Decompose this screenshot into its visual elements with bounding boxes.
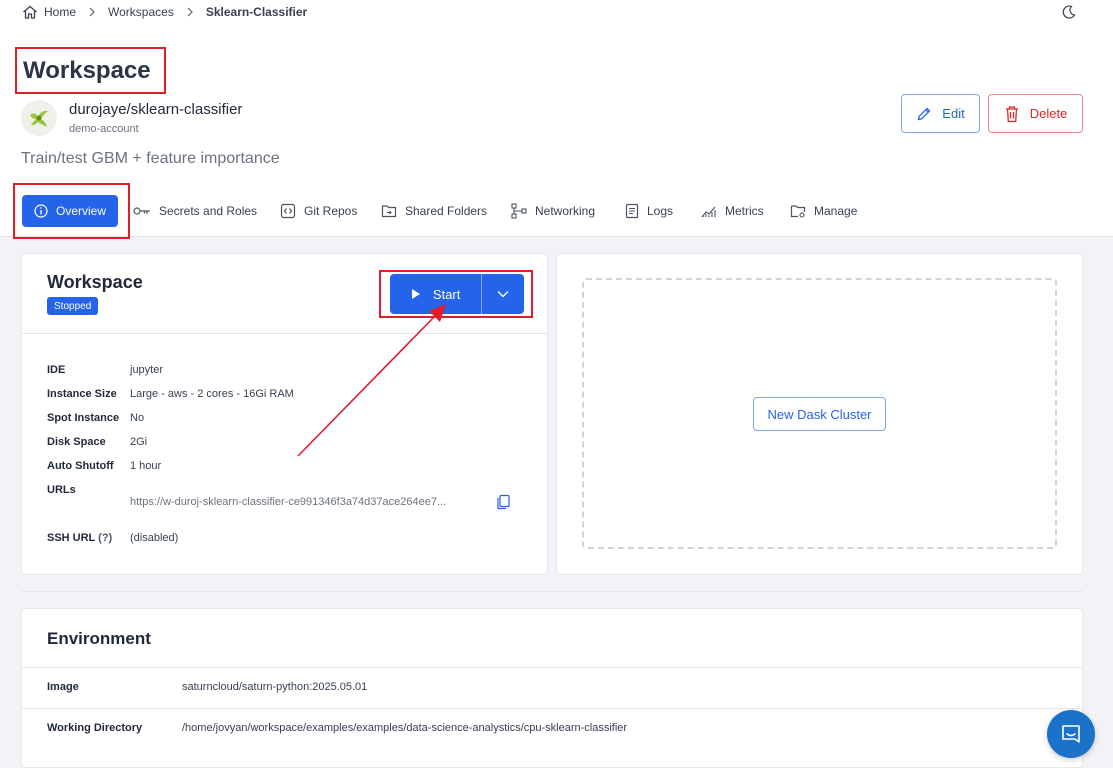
delete-button[interactable]: Delete bbox=[988, 94, 1083, 133]
workspace-url-link[interactable]: https://w-duroj-sklearn-classifier-ce991… bbox=[130, 496, 484, 508]
breadcrumb-home-label: Home bbox=[44, 5, 77, 19]
info-icon bbox=[34, 204, 48, 218]
table-row: Image saturncloud/saturn-python:2025.05.… bbox=[22, 667, 1082, 709]
environment-card: Environment Image saturncloud/saturn-pyt… bbox=[21, 608, 1083, 768]
workspace-card: Workspace Stopped Start IDE jupyter Inst… bbox=[21, 253, 548, 575]
home-icon bbox=[23, 5, 37, 19]
start-button[interactable]: Start bbox=[390, 274, 481, 314]
prop-label-ide: IDE bbox=[47, 364, 66, 376]
table-row: Working Directory /home/jovyan/workspace… bbox=[22, 708, 1082, 750]
edit-button-label: Edit bbox=[942, 106, 965, 121]
play-icon bbox=[411, 289, 420, 299]
prop-value-spot-instance: No bbox=[130, 412, 145, 424]
env-label-image: Image bbox=[47, 681, 79, 693]
tab-secrets-label: Secrets and Roles bbox=[159, 204, 258, 218]
avatar bbox=[21, 100, 57, 136]
card-divider bbox=[22, 333, 547, 334]
start-button-label: Start bbox=[432, 286, 461, 302]
edit-button[interactable]: Edit bbox=[901, 94, 980, 133]
prop-label-disk-space: Disk Space bbox=[47, 436, 106, 448]
chevron-right-icon bbox=[88, 7, 96, 17]
avatar-icon bbox=[30, 110, 48, 127]
tab-metrics-label: Metrics bbox=[725, 204, 764, 218]
owner-account: demo-account bbox=[69, 123, 139, 135]
folder-gear-icon bbox=[790, 205, 806, 218]
tab-networking-label: Networking bbox=[535, 204, 596, 218]
document-icon bbox=[625, 203, 639, 219]
prop-value-auto-shutoff: 1 hour bbox=[130, 460, 162, 472]
tab-overview[interactable]: Overview bbox=[22, 195, 118, 227]
status-badge: Stopped bbox=[47, 297, 99, 315]
workspace-description: Train/test GBM + feature importance bbox=[21, 150, 280, 167]
folder-share-icon bbox=[381, 205, 397, 218]
tab-logs[interactable]: Logs bbox=[625, 202, 673, 220]
env-label-working-directory: Working Directory bbox=[47, 722, 143, 734]
moon-icon[interactable] bbox=[1061, 4, 1077, 20]
prop-label-spot-instance: Spot Instance bbox=[47, 412, 120, 424]
prop-value-ide: jupyter bbox=[130, 364, 164, 376]
ssh-help-link[interactable]: (?) bbox=[98, 532, 112, 544]
delete-button-label: Delete bbox=[1029, 106, 1068, 121]
chat-launcher-button[interactable] bbox=[1047, 710, 1095, 758]
tab-overview-label: Overview bbox=[55, 204, 106, 218]
workspace-card-title: Workspace bbox=[47, 272, 143, 292]
tab-manage[interactable]: Manage bbox=[790, 202, 857, 220]
prop-value-disk-space: 2Gi bbox=[130, 436, 148, 448]
tab-git-repos-label: Git Repos bbox=[304, 204, 358, 218]
prop-value-instance-size: Large - aws - 2 cores - 16Gi RAM bbox=[130, 388, 294, 400]
breadcrumb-workspaces[interactable]: Workspaces bbox=[108, 5, 174, 19]
tab-metrics[interactable]: Metrics bbox=[701, 202, 764, 220]
breadcrumb-home[interactable]: Home bbox=[22, 5, 76, 19]
dask-cluster-card: New Dask Cluster bbox=[556, 253, 1083, 575]
owner-name[interactable]: durojaye/sklearn-classifier bbox=[69, 101, 242, 118]
chart-icon bbox=[701, 206, 716, 218]
trash-icon bbox=[1005, 105, 1018, 122]
tab-shared-folders-label: Shared Folders bbox=[405, 204, 488, 218]
breadcrumb-current: Sklearn-Classifier bbox=[205, 5, 308, 19]
page-title: Workspace bbox=[15, 47, 166, 94]
code-icon bbox=[280, 203, 296, 219]
chevron-down-icon bbox=[497, 291, 509, 298]
environment-title: Environment bbox=[47, 629, 151, 648]
new-dask-cluster-button[interactable]: New Dask Cluster bbox=[753, 397, 886, 431]
tab-shared-folders[interactable]: Shared Folders bbox=[381, 202, 487, 220]
prop-label-ssh-url: SSH URL (?) bbox=[47, 532, 112, 544]
chevron-right-icon bbox=[186, 7, 194, 17]
prop-label-urls: URLs bbox=[47, 484, 76, 496]
prop-label-auto-shutoff: Auto Shutoff bbox=[47, 460, 114, 472]
network-icon bbox=[511, 203, 527, 219]
env-value-image: saturncloud/saturn-python:2025.05.01 bbox=[182, 681, 368, 693]
pencil-icon bbox=[917, 107, 931, 120]
section-divider bbox=[21, 591, 1083, 592]
tab-manage-label: Manage bbox=[814, 204, 858, 218]
env-value-working-directory: /home/jovyan/workspace/examples/examples… bbox=[182, 722, 628, 734]
key-icon bbox=[133, 207, 150, 215]
chat-icon bbox=[1062, 725, 1080, 743]
tab-git-repos[interactable]: Git Repos bbox=[280, 202, 357, 220]
prop-label-instance-size: Instance Size bbox=[47, 388, 117, 400]
ssh-url-label: SSH URL bbox=[47, 532, 96, 544]
copy-icon[interactable] bbox=[495, 494, 511, 510]
prop-value-ssh-url: (disabled) bbox=[130, 532, 179, 544]
breadcrumb: Home Workspaces Sklearn-Classifier bbox=[22, 3, 307, 21]
start-dropdown-toggle[interactable] bbox=[481, 274, 524, 314]
tab-networking[interactable]: Networking bbox=[511, 202, 595, 220]
start-button-group: Start bbox=[390, 274, 524, 314]
tab-logs-label: Logs bbox=[647, 204, 674, 218]
tab-secrets-and-roles[interactable]: Secrets and Roles bbox=[133, 202, 257, 220]
